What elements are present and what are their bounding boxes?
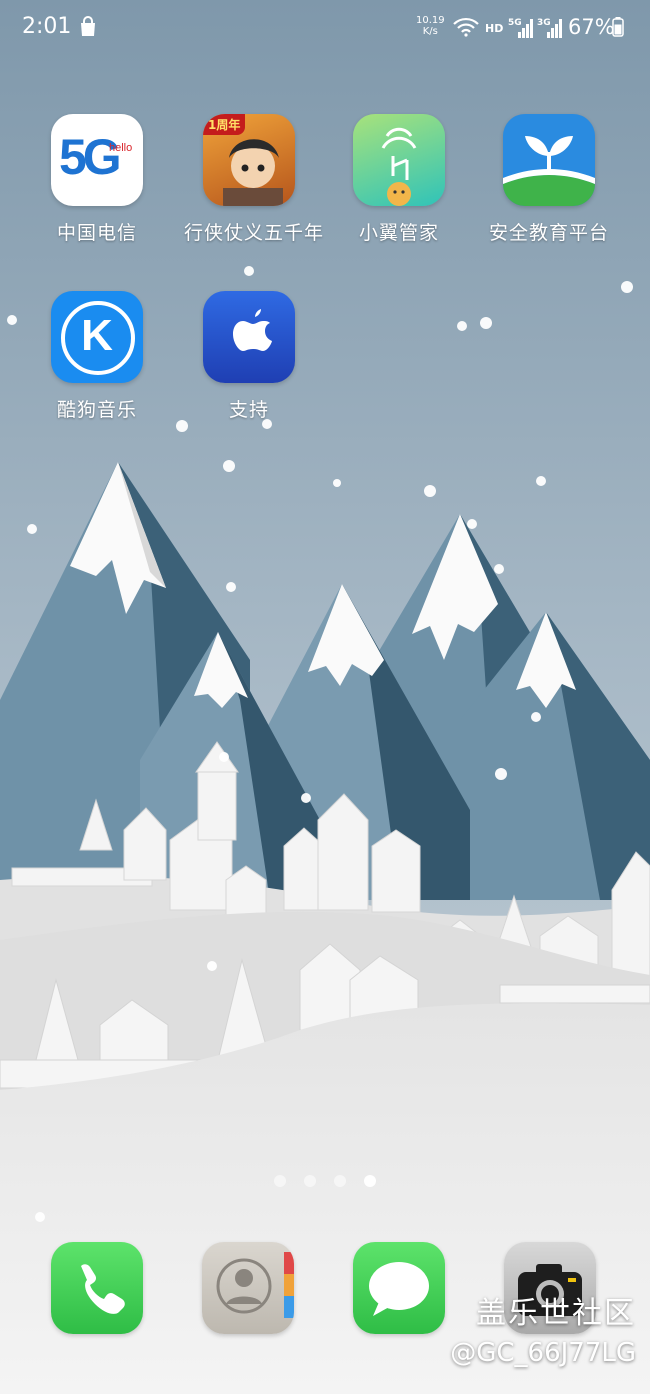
- network-speed: 10.19 K/s: [416, 15, 445, 37]
- apple-icon: [203, 291, 295, 383]
- app-xiaoyi-guanjia[interactable]: 小翼管家: [334, 114, 464, 245]
- page-dot[interactable]: [334, 1175, 346, 1187]
- kugou-icon: K: [51, 291, 143, 383]
- message-icon: [369, 1262, 429, 1316]
- dock-contacts[interactable]: [202, 1242, 294, 1334]
- app-label: 中国电信: [56, 222, 137, 244]
- battery-percent: 67%: [568, 15, 615, 39]
- signal-3g-icon: 3G: [537, 18, 562, 38]
- hd-indicator: HD: [485, 22, 504, 35]
- contacts-icon: [216, 1252, 294, 1318]
- safety-education-icon: [503, 114, 595, 206]
- status-bar: 2:01 10.19 K/s HD 5G 3G 67%: [0, 0, 650, 56]
- app-label: 行侠仗义五千年: [184, 222, 325, 244]
- svg-text:3G: 3G: [537, 18, 551, 28]
- page-dot[interactable]: [304, 1175, 316, 1187]
- app-label: 小翼管家: [358, 222, 439, 244]
- battery-icon: [612, 17, 624, 37]
- clock: 2:01: [22, 14, 72, 39]
- app-kugou-music[interactable]: K 酷狗音乐: [32, 291, 162, 422]
- app-support[interactable]: 支持: [184, 291, 314, 422]
- game-icon: 1周年: [203, 114, 295, 206]
- app-safety-education[interactable]: 安全教育平台: [484, 114, 614, 245]
- wifi-icon: [453, 17, 479, 37]
- app-china-telecom[interactable]: 5G hello 中国电信: [32, 114, 162, 245]
- shopping-bag-icon: [81, 16, 95, 36]
- app-label: 安全教育平台: [488, 222, 609, 244]
- watermark-community: 盖乐世社区: [476, 1296, 636, 1331]
- page-indicator[interactable]: [0, 1175, 650, 1187]
- signal-5g-icon: 5G: [508, 18, 533, 38]
- app-label: 支持: [228, 399, 269, 421]
- dock-phone[interactable]: [51, 1242, 143, 1334]
- xiaoyi-icon: [353, 114, 445, 206]
- china-telecom-icon: 5G hello: [51, 114, 143, 206]
- phone-icon: [81, 1264, 125, 1314]
- watermark-user-id: @GC_66J77LG: [450, 1338, 636, 1368]
- app-xingxia[interactable]: 1周年 行侠仗义五千年: [184, 114, 325, 245]
- page-dot[interactable]: [274, 1175, 286, 1187]
- page-dot-active[interactable]: [364, 1175, 376, 1187]
- svg-text:5G: 5G: [508, 18, 522, 28]
- dock-messages[interactable]: [353, 1242, 445, 1334]
- app-label: 酷狗音乐: [56, 399, 137, 421]
